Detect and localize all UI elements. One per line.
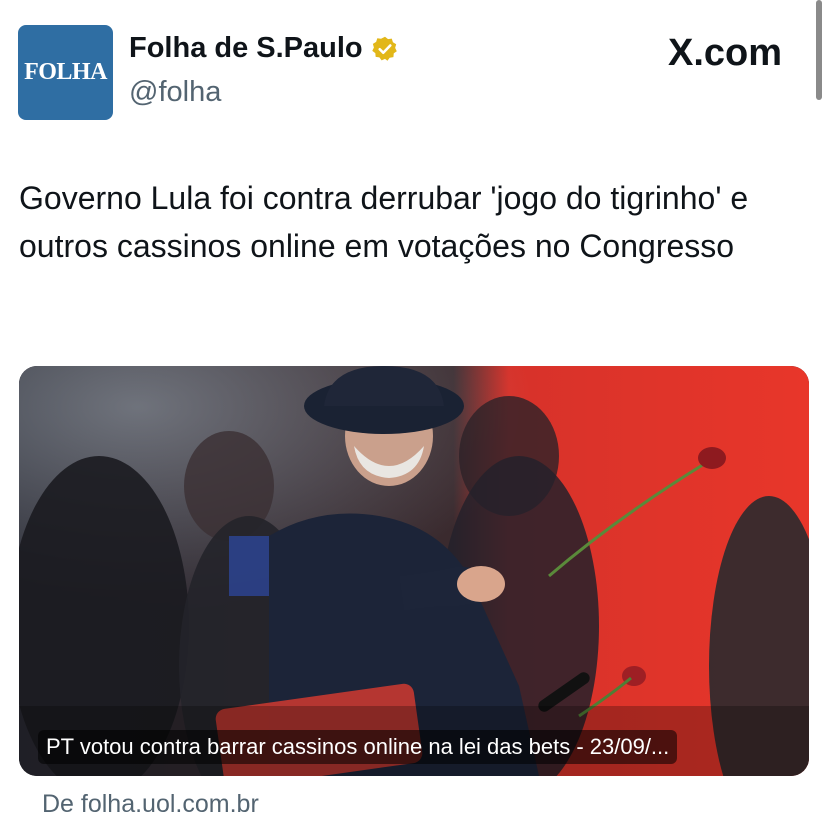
- scrollbar[interactable]: [816, 0, 822, 100]
- brand-logo-text: X.com: [668, 32, 783, 74]
- card-caption: PT votou contra barrar cassinos online n…: [38, 730, 678, 764]
- tweet-text: Governo Lula foi contra derrubar 'jogo d…: [19, 180, 749, 264]
- card-photo: [19, 366, 809, 776]
- x-logo-icon: X.com: [668, 32, 782, 75]
- author-handle[interactable]: @folha: [129, 76, 221, 109]
- link-card[interactable]: [19, 366, 809, 776]
- verified-badge-icon: [371, 36, 397, 61]
- avatar-label: FOLHA: [24, 59, 107, 85]
- avatar[interactable]: FOLHA: [18, 25, 113, 120]
- card-source-link[interactable]: De folha.uol.com.br: [42, 790, 259, 819]
- author-name[interactable]: Folha de S.Paulo: [129, 32, 363, 65]
- author-name-row[interactable]: Folha de S.Paulo: [129, 32, 399, 65]
